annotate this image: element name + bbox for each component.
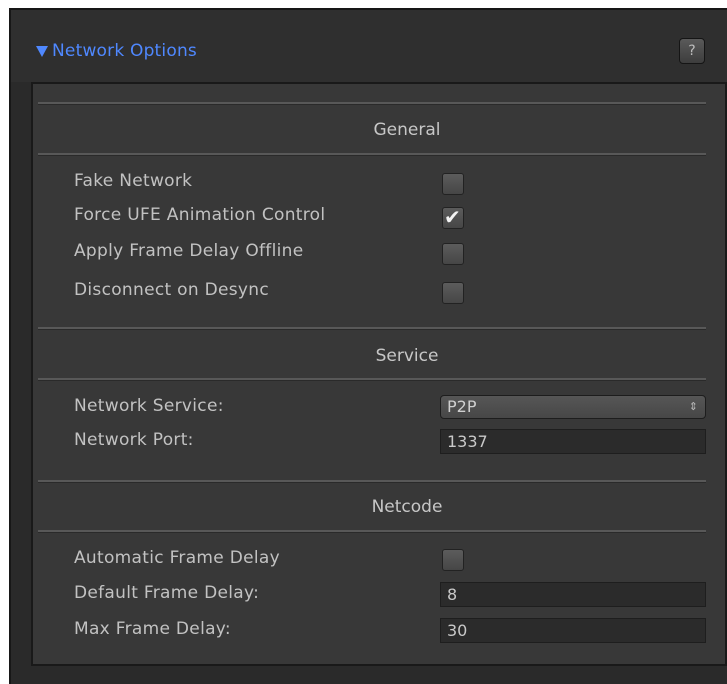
network-service-value[interactable]: P2P [447, 397, 476, 416]
default-frame-delay-label: Default Frame Delay: [74, 583, 260, 603]
window-left-margin [0, 0, 9, 684]
disconnect-on-desync-label: Disconnect on Desync [74, 280, 270, 300]
triangle-down-icon[interactable] [36, 45, 48, 57]
window-bottom-strip [11, 666, 727, 684]
section-divider [38, 102, 706, 105]
window-top-margin [0, 0, 727, 8]
max-frame-delay-field[interactable]: 30 [440, 618, 706, 643]
section-divider [38, 480, 706, 483]
help-button[interactable]: ? [679, 38, 705, 64]
disconnect-on-desync-checkbox[interactable] [442, 282, 464, 304]
section-title-general: General [373, 120, 441, 140]
window-left-border [9, 8, 11, 684]
network-service-label: Network Service: [74, 396, 224, 416]
network-port-field[interactable]: 1337 [440, 429, 706, 454]
section-divider [38, 153, 706, 156]
section-divider [38, 530, 706, 533]
default-frame-delay-field[interactable]: 8 [440, 582, 706, 607]
section-divider [38, 327, 706, 330]
options-panel [31, 82, 727, 666]
automatic-frame-delay-checkbox[interactable] [442, 549, 464, 571]
network-service-dropdown[interactable]: P2P ⇕ [440, 395, 706, 419]
network-options-foldout[interactable]: Network Options [24, 36, 197, 66]
force-ufe-animation-control-label: Force UFE Animation Control [74, 205, 326, 225]
force-ufe-animation-control-checkbox[interactable]: ✔ [442, 205, 464, 229]
foldout-title[interactable]: Network Options [52, 41, 197, 61]
fake-network-checkbox[interactable] [442, 173, 464, 195]
automatic-frame-delay-label: Automatic Frame Delay [74, 548, 281, 568]
network-port-label: Network Port: [74, 430, 194, 450]
apply-frame-delay-offline-checkbox[interactable] [442, 243, 464, 265]
network-options-window: Network Options ? General Fake Network F… [0, 0, 727, 684]
apply-frame-delay-offline-label: Apply Frame Delay Offline [74, 241, 304, 261]
section-title-service: Service [375, 346, 439, 366]
section-divider [38, 378, 706, 381]
fake-network-label: Fake Network [74, 171, 193, 191]
up-down-arrows-icon: ⇕ [688, 400, 698, 413]
checkmark-icon: ✔ [444, 205, 461, 229]
max-frame-delay-label: Max Frame Delay: [74, 619, 231, 639]
section-title-netcode: Netcode [371, 497, 443, 517]
